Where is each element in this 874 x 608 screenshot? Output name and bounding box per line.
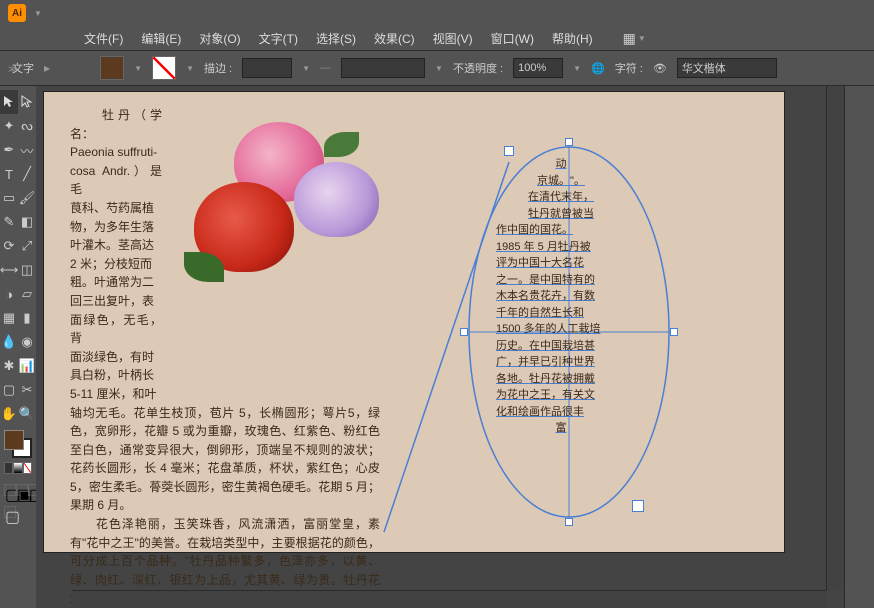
brush-dropdown-icon[interactable]: ▼ [435,64,443,73]
chevron-down-icon[interactable]: ▼ [34,9,42,18]
in-port-handle[interactable] [504,146,514,156]
text-frame-ellipse[interactable]: 动 京城。"。 在清代末年， 牡丹就曾被当 作中国的国花。 1985 年 5 月… [464,142,674,522]
opacity-dropdown-icon[interactable]: ▼ [573,64,581,73]
fill-stroke-swatches[interactable] [4,430,32,458]
paintbrush-tool[interactable]: 🖌 [18,186,36,210]
fill-swatch[interactable] [100,56,124,80]
expand-tabs-icon[interactable]: ≫ [8,64,17,75]
draw-behind-icon[interactable]: ▣ [16,484,28,496]
menu-view[interactable]: 视图(V) [425,28,481,49]
menu-object[interactable]: 对象(O) [191,28,248,49]
artboard: 牡丹（学名： Paeonia suffruti-cosa Andr.）是毛 茛科… [44,92,784,552]
shaper-tool[interactable]: ✎ [0,210,18,234]
font-prefix-icon: 👁 [653,62,667,75]
line-tool[interactable]: ╱ [18,162,36,186]
opacity-field[interactable]: 100% [513,58,563,78]
fill-color-swatch[interactable] [4,430,24,450]
hand-tool[interactable]: ✋ [0,402,18,426]
shape-builder-tool[interactable]: ◑ [0,282,18,306]
opacity-label: 不透明度 : [453,60,503,76]
slice-tool[interactable]: ✂ [18,378,36,402]
options-bar: 文字 ▶ ▼ ▼ 描边 : ▼ — ▼ 不透明度 : 100% ▼ 🌐 字符 :… [0,50,874,86]
globe-icon[interactable]: 🌐 [591,62,605,75]
anchor-handle[interactable] [670,328,678,336]
lasso-tool[interactable]: ᔓ [18,114,36,138]
anchor-handle[interactable] [565,138,573,146]
eraser-tool[interactable]: ◧ [18,210,36,234]
type-tool[interactable]: T [0,162,18,186]
anchor-handle[interactable] [460,328,468,336]
screen-mode-icon[interactable]: ▢ [4,506,16,518]
font-field[interactable]: 华文楷体 [677,58,777,78]
draw-normal-icon[interactable]: ▢ [4,484,16,496]
horizontal-scrollbar[interactable] [72,590,826,608]
out-port-handle[interactable] [632,500,644,512]
eyedropper-tool[interactable]: 💧 [0,330,18,354]
canvas-area[interactable]: 牡丹（学名： Paeonia suffruti-cosa Andr.）是毛 茛科… [36,86,844,608]
rectangle-tool[interactable]: ▭ [0,186,18,210]
toolbox: ✦ᔓ ✒〰 T╱ ▭🖌 ✎◧ ⟳⤢ ⟷◫ ◑▱ ▦▮ 💧◉ ✱📊 ▢✂ ✋🔍 ▢… [0,86,36,608]
menu-select[interactable]: 选择(S) [308,28,364,49]
layout-grid-icon[interactable]: ▦ [623,30,636,47]
color-mode-icon[interactable] [4,462,13,474]
curvature-tool[interactable]: 〰 [18,138,36,162]
layout-dropdown-icon[interactable]: ▼ [638,34,646,43]
rotate-tool[interactable]: ⟳ [0,234,18,258]
app-logo: Ai [8,4,26,22]
gradient-mode-icon[interactable] [13,462,22,474]
menu-effect[interactable]: 效果(C) [366,28,423,49]
menu-window[interactable]: 窗口(W) [483,28,542,49]
brush-style-field[interactable] [341,58,425,78]
flower-image [184,122,384,292]
stroke-dropdown-icon[interactable]: ▼ [186,64,194,73]
perspective-tool[interactable]: ▱ [18,282,36,306]
width-tool[interactable]: ⟷ [0,258,18,282]
char-label: 字符 : [615,60,643,76]
fill-dropdown-icon[interactable]: ▼ [134,64,142,73]
anchor-handle[interactable] [565,518,573,526]
vertical-scrollbar[interactable] [826,86,844,590]
stroke-weight-dropdown-icon[interactable]: ▼ [302,64,310,73]
stroke-label: 描边 : [204,60,232,76]
magic-wand-tool[interactable]: ✦ [0,114,18,138]
none-mode-icon[interactable] [23,462,32,474]
menu-type[interactable]: 文字(T) [251,28,306,49]
direct-selection-tool[interactable] [18,90,36,114]
context-chevron-icon[interactable]: ▶ [44,64,50,73]
threaded-text-content: 动 京城。"。 在清代末年， 牡丹就曾被当 作中国的国花。 1985 年 5 月… [496,156,626,437]
stroke-weight-field[interactable] [242,58,292,78]
menu-bar: 文件(F) 编辑(E) 对象(O) 文字(T) 选择(S) 效果(C) 视图(V… [0,26,874,50]
menu-edit[interactable]: 编辑(E) [133,28,189,49]
pen-tool[interactable]: ✒ [0,138,18,162]
graph-tool[interactable]: 📊 [18,354,36,378]
mesh-tool[interactable]: ▦ [0,306,18,330]
free-transform-tool[interactable]: ◫ [18,258,36,282]
scale-tool[interactable]: ⤢ [18,234,36,258]
zoom-tool[interactable]: 🔍 [18,402,36,426]
selection-tool[interactable] [0,90,18,114]
menu-file[interactable]: 文件(F) [76,28,131,49]
blend-tool[interactable]: ◉ [18,330,36,354]
artboard-tool[interactable]: ▢ [0,378,18,402]
menu-help[interactable]: 帮助(H) [544,28,601,49]
panel-dock[interactable] [844,86,874,608]
gradient-tool[interactable]: ▮ [18,306,36,330]
symbol-sprayer-tool[interactable]: ✱ [0,354,18,378]
stroke-swatch[interactable] [152,56,176,80]
